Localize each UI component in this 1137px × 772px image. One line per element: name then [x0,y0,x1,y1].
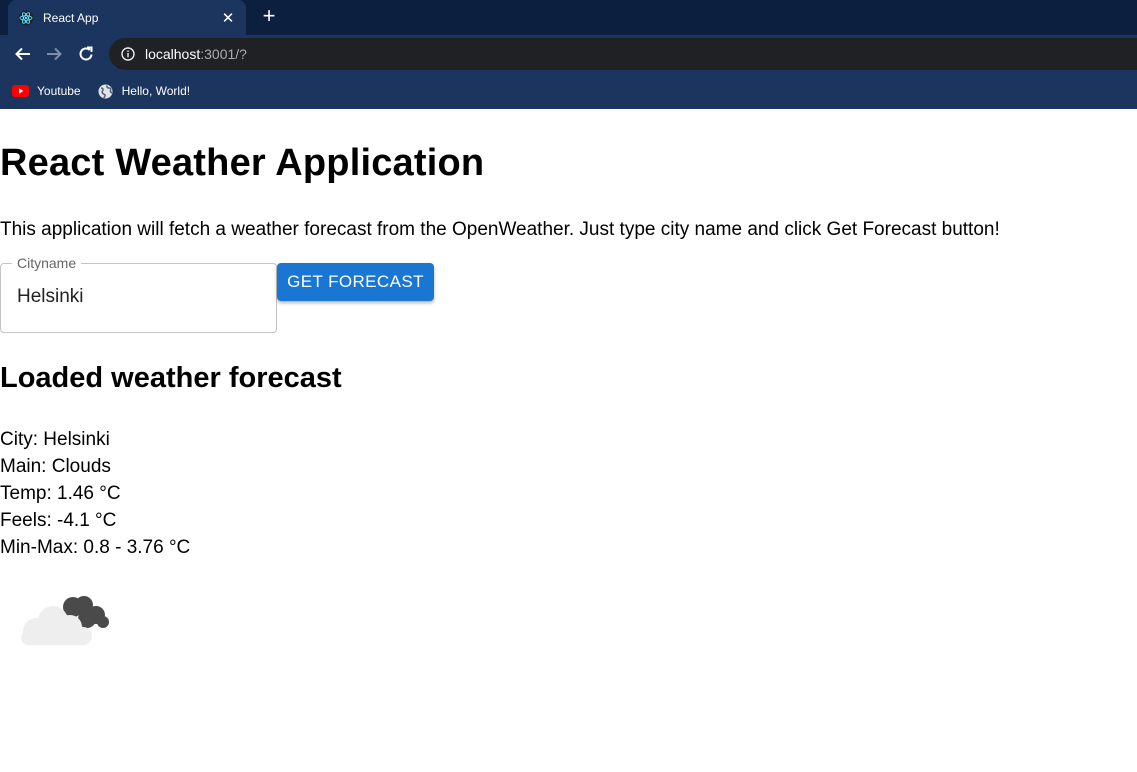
forecast-feels: Feels: -4.1 °C [0,510,117,531]
forecast-city: City: Helsinki [0,429,110,450]
bookmark-label: Youtube [37,84,81,98]
globe-icon [97,83,114,100]
bookmark-hello-world[interactable]: Hello, World! [97,83,190,100]
url-path: :3001/? [200,46,247,62]
reload-icon[interactable] [71,39,101,69]
intro-text: This application will fetch a weather fo… [0,219,1000,240]
browser-toolbar: localhost:3001/? [0,35,1137,73]
page-title: React Weather Application [0,142,485,184]
close-tab-icon[interactable]: ✕ [220,9,236,27]
broken-clouds-icon [15,587,111,651]
new-tab-icon[interactable]: + [258,5,280,29]
info-icon[interactable] [121,47,135,61]
forecast-main: Main: Clouds [0,456,111,477]
tab-title: React App [43,10,99,25]
bookmarks-bar: Youtube Hello, World! [0,73,1137,109]
forecast-details: City: Helsinki Main: Clouds Temp: 1.46 °… [0,426,190,561]
address-bar[interactable]: localhost:3001/? [108,38,1137,70]
forecast-heading: Loaded weather forecast [0,362,342,394]
forecast-temp: Temp: 1.46 °C [0,483,121,504]
youtube-icon [12,83,29,100]
tab-strip: React App ✕ + [0,0,1137,35]
forecast-minmax: Min-Max: 0.8 - 3.76 °C [0,537,191,558]
url-host: localhost [144,46,201,62]
get-forecast-button[interactable]: GET FORECAST [277,263,434,301]
browser-tab[interactable]: React App ✕ [8,0,246,35]
forward-icon[interactable] [40,39,70,69]
react-logo-icon [18,10,34,26]
cityname-label: Cityname [12,255,82,271]
back-icon[interactable] [8,39,38,69]
bookmark-label: Hello, World! [121,84,191,98]
bookmark-youtube[interactable]: Youtube [12,83,81,100]
cityname-field[interactable]: Cityname [0,255,277,333]
cityname-input[interactable] [17,286,267,308]
